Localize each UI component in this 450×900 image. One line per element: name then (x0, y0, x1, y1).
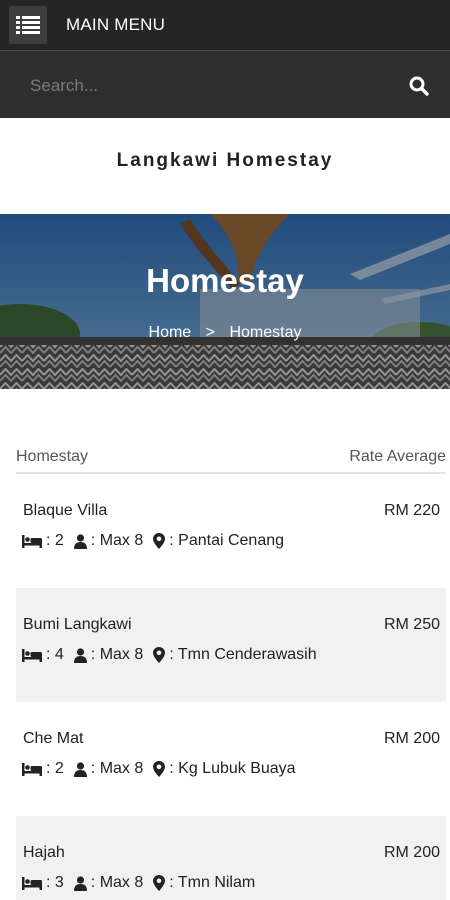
guest-capacity: : Max 8 (90, 874, 144, 891)
homestay-location: : Pantai Cenang (169, 532, 285, 549)
guest-capacity: : Max 8 (90, 532, 144, 549)
homestay-name[interactable]: Blaque Villa (23, 502, 107, 520)
homestay-row-2[interactable]: Che Mat RM 200 : 2 : Max 8 : Kg Lubuk Bu… (16, 702, 446, 816)
bed-count: : 4 (46, 646, 64, 663)
guest-capacity: : Max 8 (90, 646, 144, 663)
homestay-rate: RM 220 (383, 502, 440, 519)
main-menu-label[interactable]: MAIN MENU (66, 15, 165, 35)
bed-count: : 2 (46, 760, 64, 777)
column-header-homestay: Homestay (16, 448, 89, 465)
user-icon (73, 533, 87, 549)
user-icon (73, 875, 87, 891)
bed-icon (22, 876, 42, 890)
homestay-name[interactable]: Bumi Langkawi (23, 616, 132, 634)
hero-title: Homestay (146, 262, 304, 299)
column-header-rate: Rate Average (349, 448, 446, 465)
hero-banner: Homestay Home > Homestay (0, 214, 450, 389)
homestay-name[interactable]: Hajah (23, 844, 65, 862)
homestay-location: : Kg Lubuk Buaya (169, 760, 296, 777)
homestay-row-1[interactable]: Bumi Langkawi RM 250 : 4 : Max 8 : Tmn C… (16, 588, 446, 702)
list-icon (16, 16, 40, 34)
guest-capacity: : Max 8 (90, 760, 144, 777)
bed-icon (22, 648, 42, 662)
homestay-location: : Tmn Nilam (169, 874, 256, 891)
bed-icon (22, 534, 42, 548)
site-title: Langkawi Homestay (116, 150, 334, 171)
breadcrumb: Home > Homestay (0, 324, 450, 342)
search-bar (0, 50, 450, 118)
homestay-name[interactable]: Che Mat (23, 730, 83, 748)
map-marker-icon (153, 647, 166, 663)
top-bar: MAIN MENU (0, 0, 450, 50)
homestay-row-0[interactable]: Blaque Villa RM 220 : 2 : Max 8 : Pantai… (16, 474, 446, 588)
search-icon[interactable] (408, 75, 430, 97)
main-menu-button[interactable] (9, 6, 47, 44)
breadcrumb-home-link[interactable]: Home (149, 324, 192, 342)
homestay-rate: RM 200 (383, 844, 440, 861)
homestay-rate: RM 200 (383, 730, 440, 747)
homestay-location: : Tmn Cenderawasih (169, 646, 317, 663)
homestay-details: : 2 : Max 8 : Kg Lubuk Buaya (22, 760, 296, 778)
homestay-details: : 2 : Max 8 : Pantai Cenang (22, 532, 284, 550)
table-header: Homestay Rate Average (16, 446, 446, 474)
breadcrumb-current: Homestay (229, 324, 302, 341)
homestay-rate: RM 250 (383, 616, 440, 633)
bed-count: : 3 (46, 874, 64, 891)
map-marker-icon (153, 875, 166, 891)
bed-icon (22, 762, 42, 776)
hero-overlay (0, 214, 450, 389)
map-marker-icon (153, 761, 166, 777)
breadcrumb-separator: > (205, 324, 215, 341)
map-marker-icon (153, 533, 166, 549)
user-icon (73, 761, 87, 777)
homestay-row-3[interactable]: Hajah RM 200 : 3 : Max 8 : Tmn Nilam (16, 816, 446, 900)
homestay-details: : 3 : Max 8 : Tmn Nilam (22, 874, 255, 892)
homestay-details: : 4 : Max 8 : Tmn Cenderawasih (22, 646, 317, 664)
bed-count: : 2 (46, 532, 64, 549)
user-icon (73, 647, 87, 663)
search-input[interactable] (30, 69, 390, 103)
